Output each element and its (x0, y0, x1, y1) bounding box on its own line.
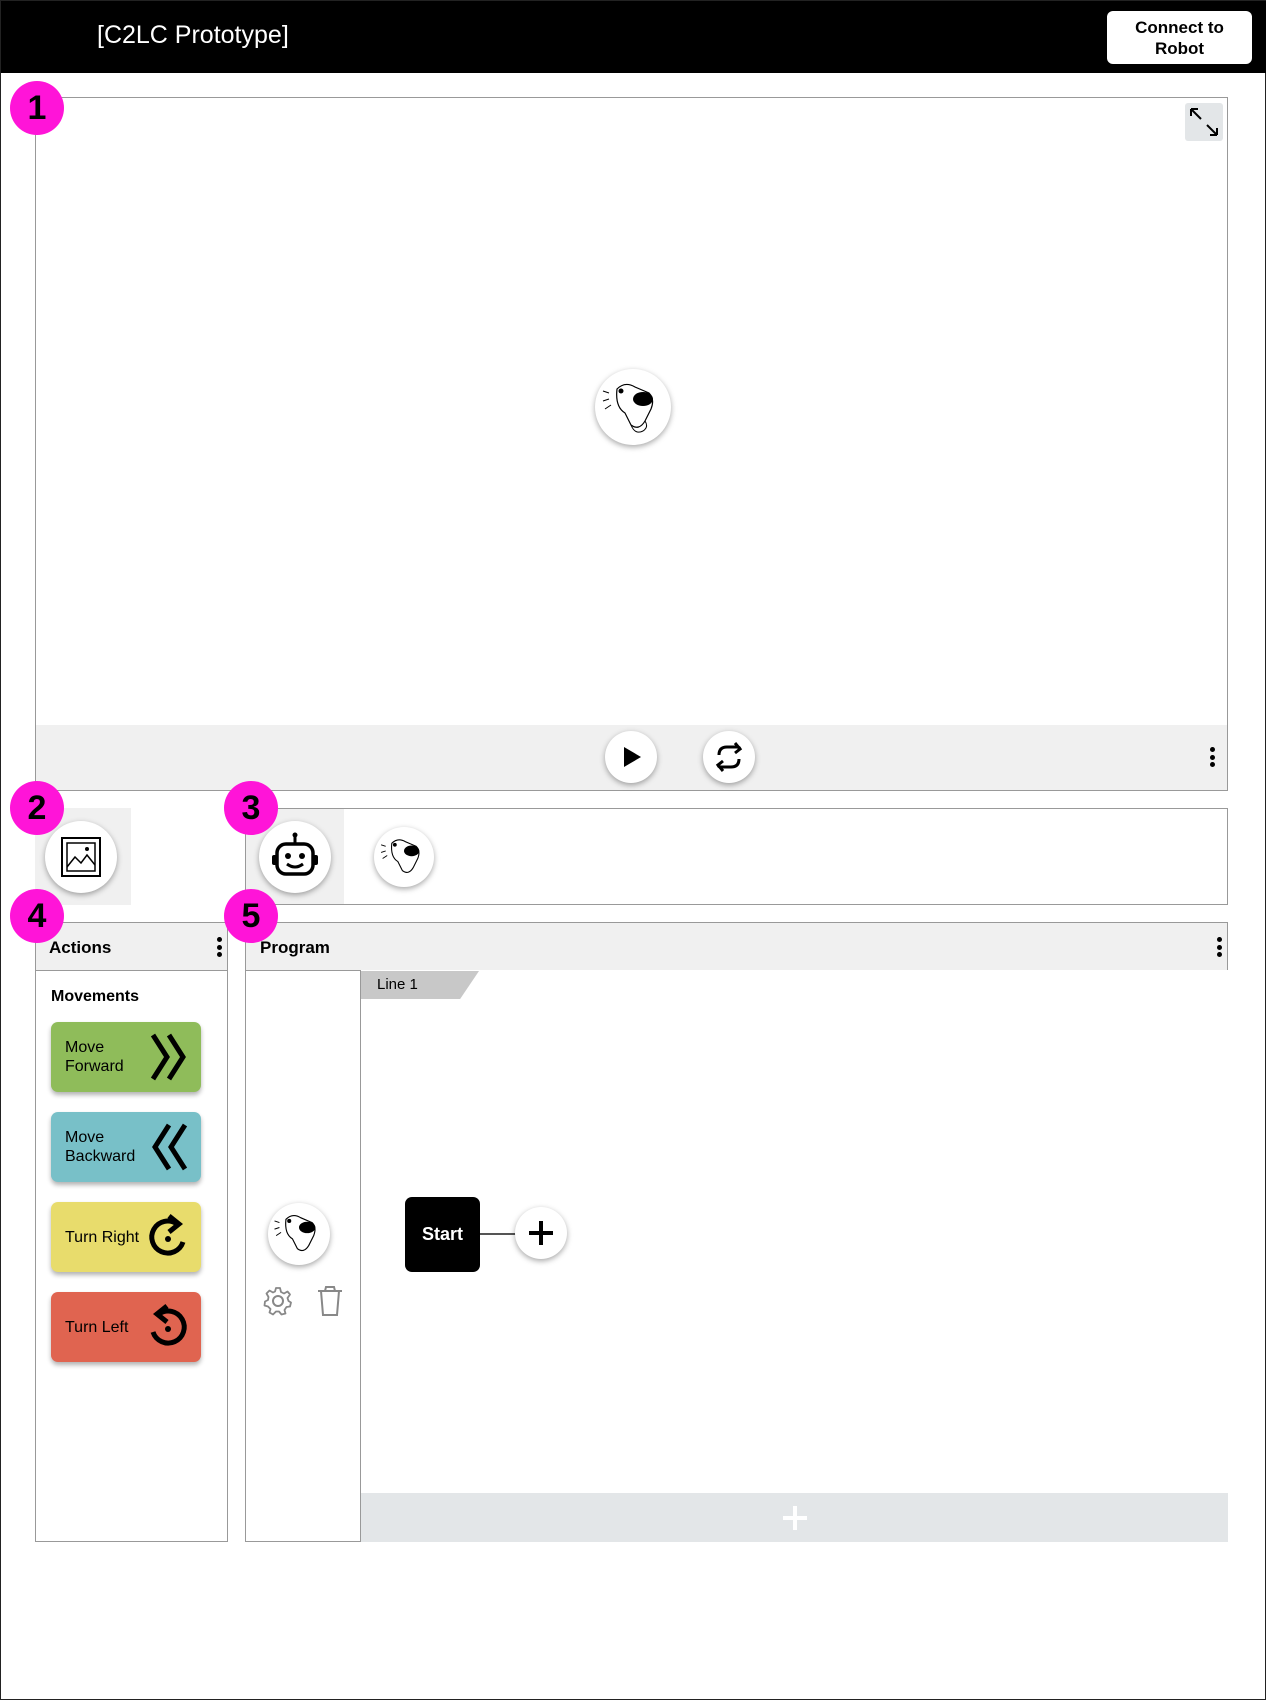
start-block[interactable]: Start (405, 1197, 480, 1272)
add-line-button[interactable] (361, 1493, 1228, 1542)
robot-character-icon (602, 383, 654, 433)
plus-icon (782, 1505, 807, 1530)
add-step-button[interactable] (515, 1207, 567, 1259)
character-robot-button[interactable] (259, 821, 331, 893)
double-chevron-right-icon (150, 1033, 186, 1081)
image-icon (61, 837, 101, 877)
refresh-icon (715, 742, 743, 772)
program-title: Program (260, 938, 330, 957)
expand-icon (1190, 108, 1218, 136)
double-chevron-left-icon (152, 1123, 188, 1171)
annotation-badge-3: 3 (224, 781, 278, 835)
actions-title: Actions (49, 938, 112, 957)
block-connector (480, 1233, 516, 1235)
turn-right-icon (149, 1214, 186, 1256)
action-label: Turn Right (65, 1228, 140, 1246)
background-button[interactable] (45, 821, 117, 893)
action-label: Move Forward (65, 1039, 124, 1075)
actions-header: Actions (36, 923, 227, 971)
annotation-badge-1: 1 (10, 81, 64, 135)
annotation-badge-2: 2 (10, 781, 64, 835)
play-icon (624, 747, 641, 767)
program-menu-button[interactable] (1214, 937, 1224, 957)
robot-character-icon (380, 839, 420, 873)
action-label: Turn Left (65, 1318, 129, 1336)
program-character (268, 1203, 330, 1265)
delete-button[interactable] (315, 1285, 345, 1317)
move-forward-button[interactable]: Move Forward (51, 1022, 201, 1092)
scene-robot-character (595, 369, 671, 445)
program-line-area (360, 970, 1228, 1542)
trash-icon (318, 1286, 342, 1316)
scene-menu-button[interactable] (1207, 747, 1217, 767)
play-button[interactable] (605, 731, 657, 783)
line-tab: Line 1 (361, 971, 479, 999)
action-label: Move Backward (65, 1129, 136, 1165)
connect-robot-button[interactable]: Connect to Robot (1107, 11, 1252, 64)
refresh-button[interactable] (703, 731, 755, 783)
annotation-badge-5: 5 (224, 889, 278, 943)
robot-character-icon (274, 1215, 316, 1252)
settings-button[interactable] (262, 1285, 294, 1317)
character-option-button[interactable] (374, 827, 434, 887)
move-backward-button[interactable]: Move Backward (51, 1112, 201, 1182)
turn-right-button[interactable]: Turn Right (51, 1202, 201, 1272)
plus-icon (529, 1221, 553, 1245)
turn-left-icon (150, 1304, 187, 1346)
app-title: [C2LC Prototype] (97, 21, 289, 49)
movements-heading: Movements (51, 988, 140, 1005)
turn-left-button[interactable]: Turn Left (51, 1292, 201, 1362)
robot-face-icon (272, 832, 318, 876)
gear-icon (263, 1287, 292, 1316)
program-header: Program (246, 923, 1227, 971)
actions-menu-button[interactable] (214, 937, 224, 957)
annotation-badge-4: 4 (10, 889, 64, 943)
expand-scene-button[interactable] (1185, 103, 1223, 141)
